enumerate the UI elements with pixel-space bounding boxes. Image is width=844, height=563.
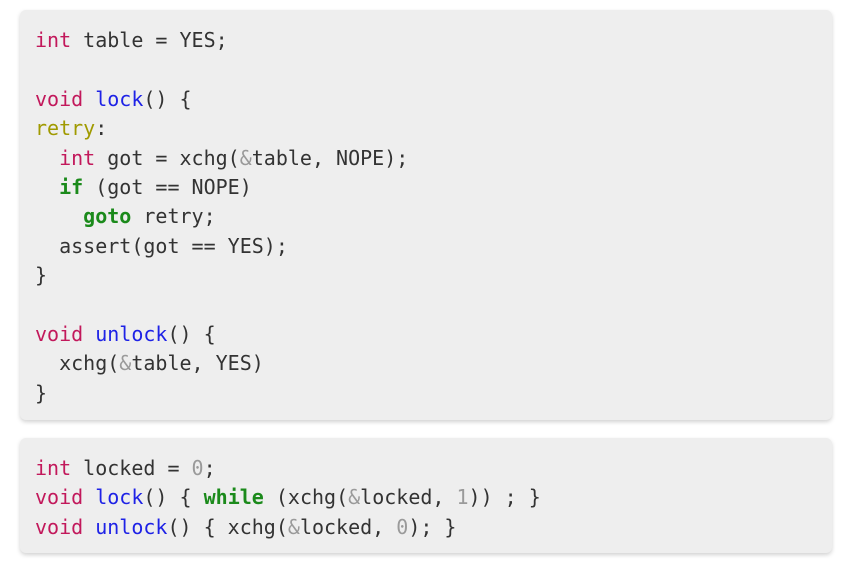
- code-token: table, YES): [131, 351, 264, 376]
- code-token: xchg(: [35, 351, 120, 376]
- code-token: int: [35, 28, 72, 52]
- code-token: retry;: [131, 204, 216, 229]
- code-token: locked,: [299, 514, 397, 539]
- code-token: ); }: [408, 514, 457, 539]
- code-line: void lock() {: [35, 85, 832, 114]
- code-token: () {: [167, 321, 216, 346]
- code-token: }: [35, 263, 48, 288]
- code-token: () { xchg(: [167, 514, 288, 539]
- code-token: locked,: [360, 485, 457, 510]
- code-token: 0: [396, 514, 409, 539]
- code-token: 0: [191, 456, 204, 480]
- code-token: &: [119, 351, 132, 376]
- code-token: assert(got == YES);: [35, 233, 288, 258]
- code-line: if (got == NOPE): [35, 173, 832, 202]
- code-token: if: [59, 174, 84, 199]
- code-token: void: [35, 485, 84, 510]
- code-line: int got = xchg(&table, NOPE);: [35, 144, 832, 173]
- code-token: locked =: [71, 456, 192, 480]
- code-token: int: [59, 145, 96, 170]
- code-token: ;: [203, 456, 216, 480]
- code-block-lock-yes-nope: int table = YES;​void lock() {retry: int…: [20, 10, 832, 420]
- code-token: () {: [143, 86, 192, 111]
- code-token: (got == NOPE): [83, 174, 252, 199]
- code-line: }: [35, 261, 832, 290]
- code-token: while: [203, 485, 264, 510]
- code-token: 1: [456, 485, 469, 510]
- code-token: &: [239, 145, 252, 170]
- code-token: () {: [143, 485, 204, 510]
- code-token: void: [35, 514, 84, 539]
- code-token: (xchg(: [263, 485, 349, 510]
- code-token: &: [348, 485, 361, 510]
- code-line: retry:: [35, 114, 832, 143]
- code-line: ​: [35, 291, 832, 320]
- code-token: unlock: [95, 514, 168, 539]
- code-token: :: [95, 116, 108, 141]
- code-token: table = YES;: [71, 28, 228, 52]
- code-token: got = xchg(: [95, 145, 240, 170]
- code-token: int: [35, 456, 72, 480]
- code-token: table, NOPE);: [251, 145, 409, 170]
- code-line: ​: [35, 55, 832, 84]
- code-token: void: [35, 86, 84, 111]
- code-line: assert(got == YES);: [35, 232, 832, 261]
- code-token: }: [35, 380, 48, 405]
- code-line: goto retry;: [35, 202, 832, 231]
- code-token: unlock: [95, 321, 168, 346]
- code-token: &: [287, 514, 300, 539]
- code-line: int table = YES;: [35, 26, 832, 55]
- code-token: )) ; }: [468, 485, 541, 510]
- code-token: goto: [83, 204, 132, 229]
- code-line: void lock() { while (xchg(&locked, 1)) ;…: [35, 483, 832, 512]
- code-line: int locked = 0;: [35, 454, 832, 483]
- code-line: }: [35, 379, 832, 408]
- code-token: lock: [95, 86, 144, 111]
- code-token: void: [35, 321, 84, 346]
- code-block-lock-locked: int locked = 0; void lock() { while (xchg…: [20, 438, 832, 553]
- code-token: lock: [95, 485, 144, 510]
- code-line: xchg(&table, YES): [35, 349, 832, 378]
- code-line: void unlock() {: [35, 320, 832, 349]
- code-token: retry: [35, 116, 96, 141]
- code-line: void unlock() { xchg(&locked, 0); }: [35, 513, 832, 542]
